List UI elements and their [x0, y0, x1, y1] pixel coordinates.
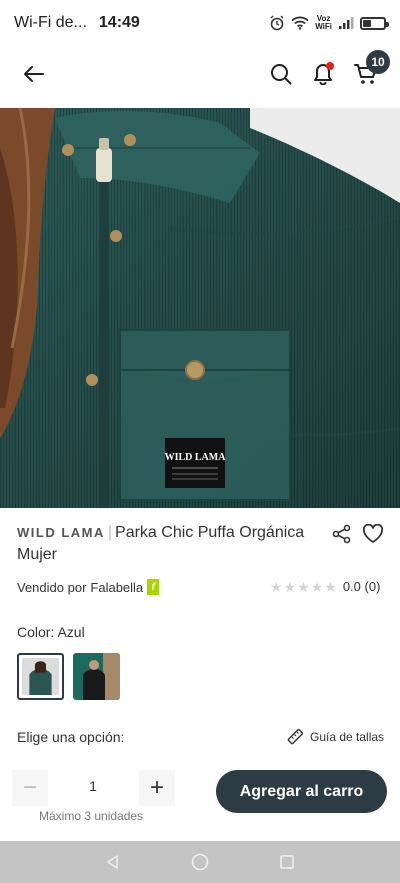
signal-icon [339, 17, 354, 29]
rating-score: 0.0 [342, 579, 361, 594]
notifications-button[interactable] [305, 56, 341, 92]
product-image[interactable]: WILD LAMA [0, 108, 400, 508]
battery-icon [360, 16, 389, 30]
star-icon: ★ [297, 578, 310, 595]
cart-count-badge: 10 [366, 50, 390, 74]
product-title: WILD LAMA | Parka Chic Puffa Orgánica Muje… [17, 522, 337, 566]
brand-separator: | [107, 524, 113, 541]
nav-back-icon[interactable] [105, 854, 121, 870]
voz-wifi-indicator: Voz WiFi [315, 14, 332, 31]
quantity-max-note: Máximo 3 unidades [39, 809, 144, 823]
size-guide-label: Guía de tallas [310, 730, 385, 744]
seller-info: Vendido por Falabella f [17, 579, 160, 595]
search-button[interactable] [263, 56, 299, 92]
search-icon [271, 64, 292, 85]
status-bar: Wi-Fi de... 14:49 Voz WiFi [0, 0, 400, 46]
wifi-icon [291, 16, 309, 30]
seller-name: Falabella [90, 579, 144, 595]
swatch-verde-thumbnail [73, 653, 120, 700]
nav-recents-icon[interactable] [279, 854, 295, 870]
heart-icon [362, 523, 384, 543]
quantity-increase-button[interactable]: + [139, 770, 175, 806]
star-icon: ★ [324, 578, 337, 595]
option-label: Elige una opción: [17, 729, 125, 745]
color-swatch-verde[interactable] [73, 653, 120, 700]
patch-brand-label: WILD LAMA [165, 452, 227, 463]
back-button[interactable] [16, 56, 52, 92]
add-to-cart-button[interactable]: Agregar al carro [216, 770, 387, 813]
share-button[interactable] [332, 524, 352, 549]
jacket-photo: WILD LAMA [0, 108, 400, 508]
ruler-icon [287, 728, 304, 745]
color-swatch-azul[interactable] [17, 653, 64, 700]
rating-count: (0) [364, 579, 381, 594]
system-navigation-bar [0, 841, 400, 883]
star-icon: ★ [283, 578, 297, 595]
favorite-button[interactable] [362, 523, 384, 549]
back-arrow-icon [24, 66, 44, 82]
quantity-decrease-button[interactable]: − [12, 770, 48, 806]
alarm-icon [270, 15, 284, 31]
star-icon: ★ [270, 578, 283, 595]
share-icon [332, 524, 351, 544]
cart-button[interactable]: 10 [348, 50, 390, 92]
seller-prefix: Vendido por [17, 579, 87, 595]
swatch-azul-thumbnail [22, 658, 59, 695]
falabella-badge-icon: f [147, 579, 160, 595]
brand-name[interactable]: WILD LAMA [17, 525, 105, 540]
size-guide-link[interactable]: Guía de tallas [286, 728, 384, 746]
star-icon: ★ [310, 578, 324, 595]
clock: 14:49 [98, 14, 140, 31]
rating-stars: ★ ★ ★ ★ ★ [270, 580, 337, 594]
nav-home-icon[interactable] [191, 853, 209, 871]
notification-dot [326, 62, 334, 70]
quantity-value[interactable]: 1 [80, 778, 106, 794]
color-label: Color: Azul [17, 624, 85, 640]
top-navigation: 10 [0, 48, 400, 100]
network-name: Wi-Fi de... [14, 14, 87, 31]
rating[interactable]: ★ ★ ★ ★ ★ 0.0 (0) [270, 579, 380, 594]
